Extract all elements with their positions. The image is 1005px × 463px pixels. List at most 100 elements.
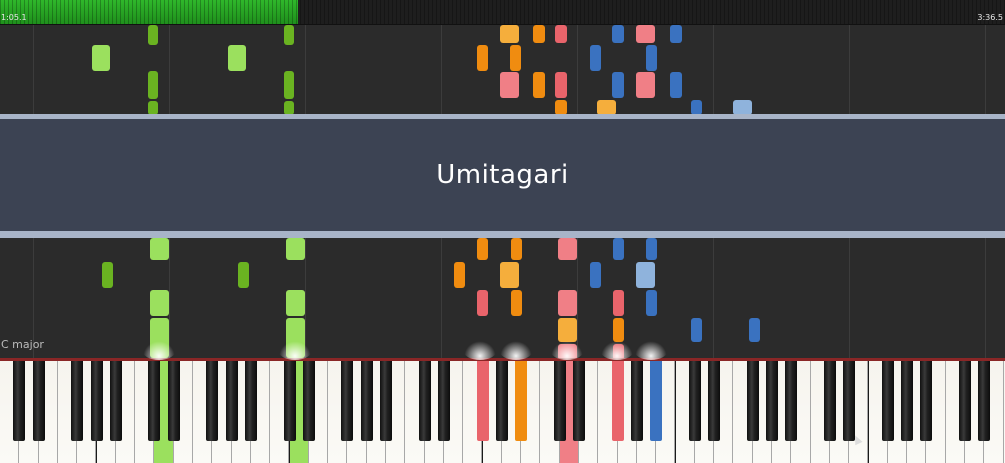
falling-note <box>590 45 601 71</box>
black-key[interactable] <box>341 361 354 441</box>
grid-line <box>577 25 578 115</box>
falling-notes-upper <box>0 25 1005 115</box>
falling-note <box>454 262 465 288</box>
falling-note <box>670 25 682 43</box>
grid-line <box>713 238 714 360</box>
grid-line <box>441 25 442 115</box>
black-key[interactable] <box>688 361 701 441</box>
falling-note <box>558 290 577 316</box>
falling-note <box>555 72 567 98</box>
falling-note <box>477 238 488 260</box>
black-key[interactable] <box>148 361 161 441</box>
falling-note <box>613 318 624 342</box>
song-title: Umitagari <box>436 160 569 190</box>
black-key[interactable] <box>573 361 585 441</box>
piano-keyboard[interactable] <box>0 358 1005 463</box>
pressed-black-key[interactable] <box>611 361 624 441</box>
falling-note <box>284 71 294 99</box>
grid-line <box>849 238 850 360</box>
falling-note <box>558 238 577 260</box>
black-key[interactable] <box>843 361 856 441</box>
black-key[interactable] <box>920 361 933 441</box>
black-key[interactable] <box>380 361 392 441</box>
black-key[interactable] <box>244 361 257 441</box>
falling-note <box>636 262 655 288</box>
black-key[interactable] <box>109 361 122 441</box>
falling-note <box>500 262 519 288</box>
black-key[interactable] <box>785 361 798 441</box>
black-key[interactable] <box>978 361 991 441</box>
falling-note <box>636 25 655 43</box>
falling-note <box>150 290 169 316</box>
grid-line <box>985 25 986 115</box>
black-key[interactable] <box>746 361 759 441</box>
falling-note <box>646 238 657 260</box>
falling-note <box>228 45 246 71</box>
falling-note <box>733 100 752 115</box>
grid-line <box>305 25 306 115</box>
falling-note <box>612 72 624 98</box>
falling-note <box>646 290 657 316</box>
black-key[interactable] <box>418 361 431 441</box>
grid-line <box>713 25 714 115</box>
black-key[interactable] <box>225 361 238 441</box>
pressed-black-key[interactable] <box>650 361 663 441</box>
falling-note <box>613 238 624 260</box>
falling-note <box>555 100 567 115</box>
black-key[interactable] <box>90 361 103 441</box>
black-key[interactable] <box>495 361 508 441</box>
falling-note <box>510 45 521 71</box>
grid-line <box>985 238 986 360</box>
pressed-black-key[interactable] <box>515 361 528 441</box>
falling-note <box>286 290 305 316</box>
elapsed-time: 1:05.1 <box>1 13 27 22</box>
falling-note <box>691 318 702 342</box>
black-key[interactable] <box>437 361 450 441</box>
falling-note <box>500 25 519 43</box>
falling-note <box>477 290 488 316</box>
black-key[interactable] <box>283 361 296 441</box>
black-key[interactable] <box>901 361 914 441</box>
progress-ticks <box>0 0 1005 24</box>
falling-note <box>533 72 545 98</box>
falling-note <box>670 72 682 98</box>
falling-note <box>92 45 110 71</box>
falling-note <box>148 71 158 99</box>
black-key[interactable] <box>167 361 180 441</box>
black-key[interactable] <box>32 361 45 441</box>
total-time: 3:36.5 <box>977 13 1003 22</box>
key-hit-glow <box>634 340 668 360</box>
falling-note <box>511 238 522 260</box>
falling-note <box>148 101 158 115</box>
black-key[interactable] <box>881 361 894 441</box>
black-key[interactable] <box>302 361 315 441</box>
black-key[interactable] <box>823 361 836 441</box>
falling-note <box>636 72 655 98</box>
falling-note <box>613 290 624 316</box>
falling-note <box>558 318 577 342</box>
falling-note <box>284 101 294 115</box>
falling-note <box>102 262 113 288</box>
black-key[interactable] <box>71 361 84 441</box>
falling-note <box>646 45 657 71</box>
key-signature-label: C major <box>1 338 44 351</box>
falling-note <box>691 100 702 115</box>
black-key[interactable] <box>708 361 721 441</box>
black-key[interactable] <box>360 361 373 441</box>
key-hit-glow <box>463 340 497 360</box>
falling-note <box>590 262 601 288</box>
black-key[interactable] <box>630 361 643 441</box>
falling-note <box>477 45 488 71</box>
black-key[interactable] <box>553 361 566 441</box>
falling-note <box>511 290 522 316</box>
grid-line <box>441 238 442 360</box>
progress-bar[interactable]: 1:05.1 3:36.5 <box>0 0 1005 25</box>
key-hit-glow <box>600 340 634 360</box>
black-key[interactable] <box>959 361 971 441</box>
falling-note <box>284 25 294 45</box>
black-key[interactable] <box>766 361 778 441</box>
black-key[interactable] <box>206 361 219 441</box>
pressed-black-key[interactable] <box>476 361 489 441</box>
key-hit-glow <box>499 340 533 360</box>
black-key[interactable] <box>13 361 26 441</box>
